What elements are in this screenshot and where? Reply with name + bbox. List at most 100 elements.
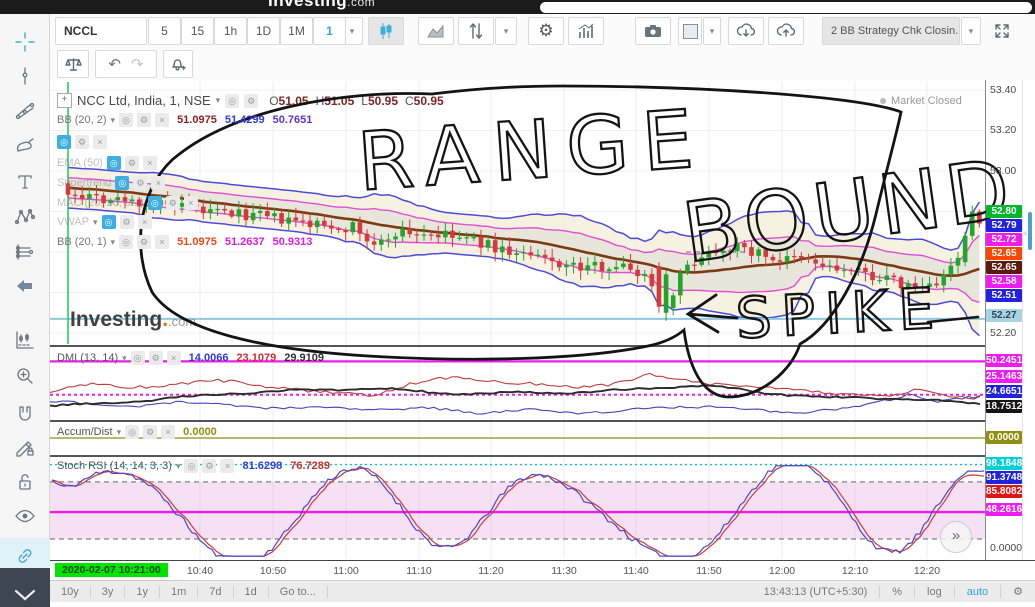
crosshair-tool[interactable] bbox=[0, 26, 50, 58]
timeframe-1h-button[interactable]: 1h bbox=[214, 17, 247, 45]
chevron-down-icon[interactable]: ▾ bbox=[216, 95, 221, 106]
measure-tool[interactable] bbox=[0, 324, 50, 356]
visibility-toggle-button[interactable]: ◎ bbox=[102, 215, 116, 229]
settings-button[interactable]: ⚙ bbox=[149, 351, 163, 365]
pane-separator[interactable] bbox=[50, 345, 985, 347]
pane-separator[interactable] bbox=[50, 455, 985, 457]
range-7d-button[interactable]: 7d bbox=[198, 586, 233, 598]
timeframe-5-button[interactable]: 5 bbox=[148, 17, 181, 45]
timeframe-1M-button[interactable]: 1M bbox=[280, 17, 313, 45]
trendline-tool[interactable] bbox=[0, 60, 50, 92]
visibility-toggle-button[interactable]: ◎ bbox=[57, 135, 71, 149]
remove-button[interactable]: × bbox=[220, 459, 234, 473]
chart-settings-button[interactable]: ⚙ bbox=[528, 17, 564, 45]
settings-button[interactable]: ⚙ bbox=[143, 425, 157, 439]
remove-button[interactable]: × bbox=[155, 235, 169, 249]
visibility-toggle-button[interactable]: ◎ bbox=[119, 235, 133, 249]
remove-button[interactable]: × bbox=[184, 196, 198, 210]
settings-button[interactable]: ⚙ bbox=[120, 215, 134, 229]
snapshot-button[interactable] bbox=[635, 17, 671, 45]
remove-button[interactable]: × bbox=[93, 135, 107, 149]
text-tool[interactable] bbox=[0, 166, 50, 198]
percent-scale-button[interactable]: % bbox=[879, 586, 914, 598]
timeframe-1-button[interactable]: 1 bbox=[313, 17, 346, 45]
remove-button[interactable]: × bbox=[143, 156, 157, 170]
remove-button[interactable]: × bbox=[155, 113, 169, 127]
magnet-tool[interactable] bbox=[0, 398, 50, 430]
arrow-marks-tool[interactable] bbox=[0, 270, 50, 302]
remove-button[interactable]: × bbox=[138, 215, 152, 229]
settings-button[interactable]: ⚙ bbox=[166, 196, 180, 210]
visibility-toggle-button[interactable]: ◎ bbox=[125, 425, 139, 439]
remove-button[interactable]: × bbox=[151, 176, 165, 190]
brush-tool[interactable] bbox=[0, 130, 50, 162]
collapse-sidebar-button[interactable] bbox=[0, 568, 50, 607]
remove-button[interactable]: × bbox=[161, 425, 175, 439]
load-layout-button[interactable] bbox=[728, 17, 764, 45]
range-1d-button[interactable]: 1d bbox=[234, 586, 269, 598]
visibility-toggle-button[interactable]: ◎ bbox=[119, 113, 133, 127]
log-scale-button[interactable]: log bbox=[914, 586, 954, 598]
settings-button[interactable]: ⚙ bbox=[137, 235, 151, 249]
settings-button[interactable]: ⚙ bbox=[75, 135, 89, 149]
settings-button[interactable]: ⚙ bbox=[244, 94, 258, 108]
chevron-down-icon[interactable]: ▾ bbox=[117, 427, 122, 438]
visibility-toggle-button[interactable]: ◎ bbox=[107, 156, 121, 170]
lock-all-drawings-tool[interactable] bbox=[0, 466, 50, 498]
chevron-down-icon[interactable]: ▾ bbox=[93, 217, 98, 228]
compare-dropdown-button[interactable]: ▾ bbox=[495, 17, 517, 45]
time-axis[interactable]: 2020-02-07 10:21:00 10:4010:5011:0011:10… bbox=[50, 560, 1035, 580]
area-style-button[interactable] bbox=[418, 17, 454, 45]
chevron-down-icon[interactable]: ▾ bbox=[111, 115, 116, 126]
visibility-toggle-button[interactable]: ◎ bbox=[131, 351, 145, 365]
visibility-toggle-button[interactable]: ◎ bbox=[148, 196, 162, 210]
template-select[interactable]: 2 BB Strategy Chk Closin... bbox=[822, 17, 960, 45]
layout-dropdown-button[interactable]: ▾ bbox=[703, 17, 721, 45]
save-layout-button[interactable] bbox=[768, 17, 804, 45]
settings-button[interactable]: ⚙ bbox=[137, 113, 151, 127]
alert-button[interactable] bbox=[163, 50, 193, 78]
range-3y-button[interactable]: 3y bbox=[91, 586, 126, 598]
object-tree-button[interactable] bbox=[57, 50, 89, 78]
pane-separator[interactable] bbox=[50, 420, 985, 422]
collapse-legend-icon[interactable]: + bbox=[57, 93, 72, 108]
range-1y-button[interactable]: 1y bbox=[125, 586, 160, 598]
range-Goto-button[interactable]: Go to... bbox=[269, 586, 328, 598]
fullscreen-button[interactable] bbox=[988, 17, 1016, 45]
chevron-down-icon[interactable]: ▾ bbox=[111, 237, 116, 248]
show-more-button[interactable]: » bbox=[940, 521, 972, 553]
layout-button[interactable] bbox=[678, 17, 702, 45]
visibility-toggle-button[interactable]: ◎ bbox=[184, 459, 198, 473]
chevron-down-icon[interactable]: ▾ bbox=[122, 353, 127, 364]
visibility-toggle-button[interactable]: ◎ bbox=[225, 94, 239, 108]
timeframe-1D-button[interactable]: 1D bbox=[247, 17, 280, 45]
hide-drawings-tool[interactable] bbox=[0, 500, 50, 532]
settings-button[interactable]: ⚙ bbox=[202, 459, 216, 473]
fib-tool-icon bbox=[15, 100, 35, 120]
compare-button[interactable] bbox=[458, 17, 494, 45]
gann-fib-tool[interactable] bbox=[0, 94, 50, 126]
range-10y-button[interactable]: 10y bbox=[50, 586, 91, 598]
redo-button[interactable]: ↷ bbox=[131, 55, 144, 73]
settings-button[interactable]: ⚙ bbox=[133, 176, 147, 190]
remove-button[interactable]: × bbox=[167, 351, 181, 365]
visibility-toggle-button[interactable]: ◎ bbox=[115, 176, 129, 190]
range-1m-button[interactable]: 1m bbox=[160, 586, 198, 598]
symbol-input[interactable]: NCCL bbox=[55, 17, 147, 45]
forecast-tool[interactable] bbox=[0, 236, 50, 268]
undo-button[interactable]: ↶ bbox=[108, 55, 121, 73]
pattern-tool[interactable] bbox=[0, 201, 50, 233]
settings-button[interactable]: ⚙ bbox=[125, 156, 139, 170]
stay-in-drawing-mode-tool[interactable] bbox=[0, 432, 50, 464]
auto-scale-button[interactable]: auto bbox=[954, 586, 1000, 598]
axis-settings-button[interactable]: ⚙ bbox=[1000, 585, 1035, 598]
chevron-down-icon[interactable]: ▾ bbox=[176, 461, 181, 472]
zoom-in-tool[interactable] bbox=[0, 360, 50, 392]
candlestick-style-button[interactable] bbox=[368, 17, 404, 45]
price-label: 52.72 bbox=[986, 233, 1022, 246]
site-search-input[interactable] bbox=[540, 2, 1032, 13]
axis-scrollbar[interactable] bbox=[1028, 212, 1032, 250]
template-dropdown-button[interactable]: ▾ bbox=[961, 17, 981, 45]
indicators-button[interactable] bbox=[568, 17, 604, 45]
timeframe-15-button[interactable]: 15 bbox=[181, 17, 214, 45]
